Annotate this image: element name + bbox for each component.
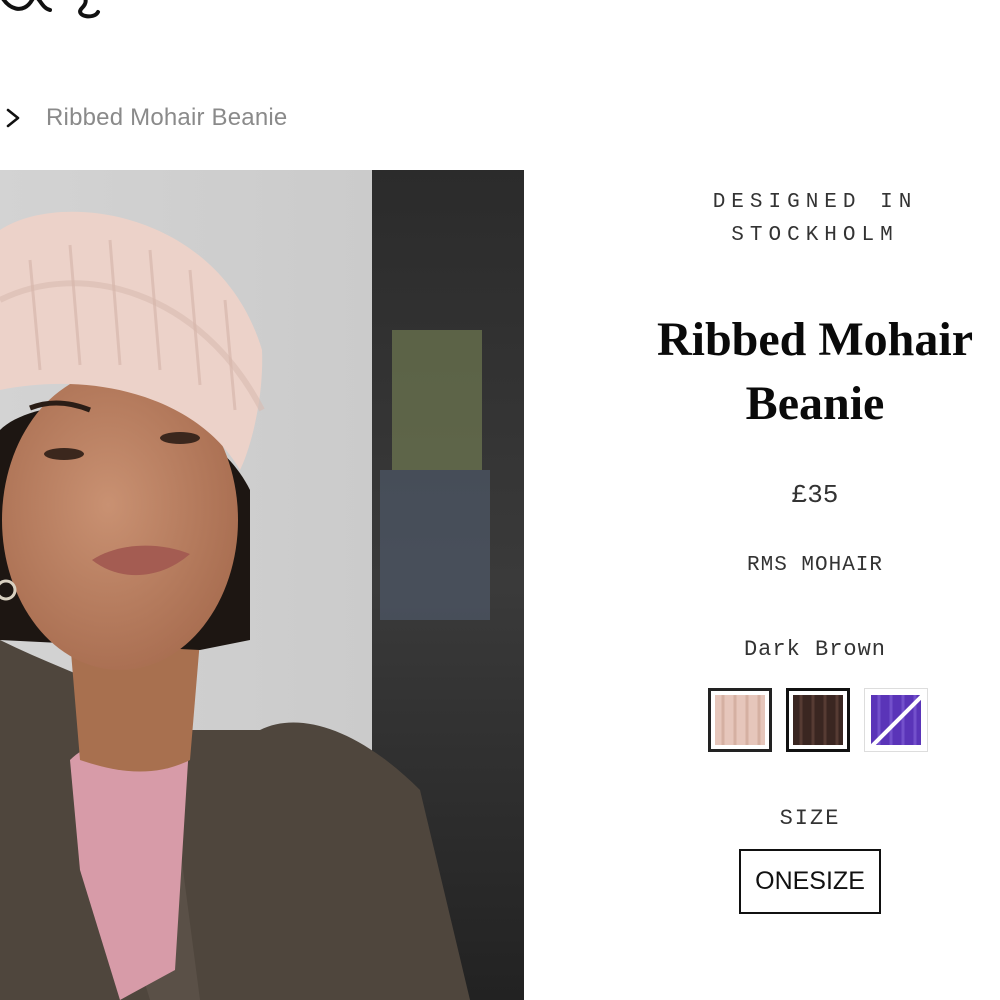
tagline-line-2: STOCKHOLM (731, 224, 899, 247)
product-info: DESIGNED IN STOCKHOLM Ribbed Mohair Bean… (630, 186, 1000, 914)
chevron-right-icon (6, 108, 20, 128)
breadcrumb: Ribbed Mohair Beanie (4, 102, 287, 134)
product-title-line-1: Ribbed Mohair (656, 313, 974, 366)
breadcrumb-current[interactable]: Ribbed Mohair Beanie (46, 104, 287, 132)
color-swatches (635, 688, 1000, 752)
product-title: Ribbed Mohair Beanie (630, 308, 1000, 436)
product-title-line-2: Beanie (745, 377, 885, 430)
swatch-dark-brown[interactable] (785, 688, 850, 752)
brand-logo[interactable] (0, 0, 114, 24)
product-image[interactable] (0, 170, 524, 1000)
size-label: SIZE (779, 806, 841, 831)
selected-color-label: Dark Brown (743, 637, 887, 662)
tagline: DESIGNED IN STOCKHOLM (700, 186, 930, 252)
product-price: £35 (791, 480, 839, 510)
swatch-purple-unavailable[interactable] (863, 688, 928, 752)
swatch-light-pink[interactable] (707, 688, 772, 752)
tagline-line-1: DESIGNED IN (712, 191, 918, 214)
size-option-button[interactable]: ONESIZE (739, 849, 881, 914)
material-label: RMS MOHAIR (746, 554, 884, 577)
